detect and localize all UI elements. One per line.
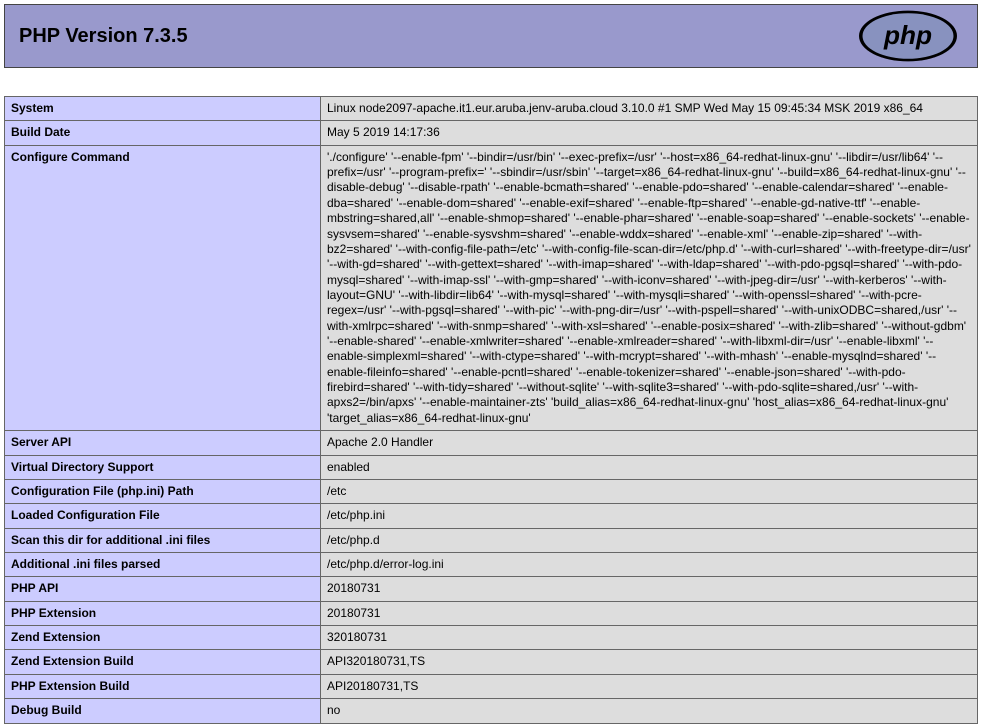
info-value: Apache 2.0 Handler [321,431,978,455]
info-value: 20180731 [321,601,978,625]
table-row: Configure Command'./configure' '--enable… [5,145,978,430]
info-key: Loaded Configuration File [5,504,321,528]
svg-text:php: php [883,20,932,50]
info-value: enabled [321,455,978,479]
page-title: PHP Version 7.3.5 [19,25,188,48]
info-key: Scan this dir for additional .ini files [5,528,321,552]
info-value: /etc/php.d/error-log.ini [321,552,978,576]
info-key: Additional .ini files parsed [5,552,321,576]
table-row: Loaded Configuration File/etc/php.ini [5,504,978,528]
info-value: no [321,699,978,723]
info-key: Configuration File (php.ini) Path [5,479,321,503]
table-row: Configuration File (php.ini) Path/etc [5,479,978,503]
info-key: System [5,97,321,121]
info-key: Zend Extension Build [5,650,321,674]
table-row: Zend Extension BuildAPI320180731,TS [5,650,978,674]
info-key: PHP API [5,577,321,601]
table-row: Additional .ini files parsed/etc/php.d/e… [5,552,978,576]
info-key: Build Date [5,121,321,145]
info-value: API320180731,TS [321,650,978,674]
info-value: 20180731 [321,577,978,601]
table-row: Zend Extension320180731 [5,626,978,650]
table-row: Server APIApache 2.0 Handler [5,431,978,455]
info-value: /etc/php.d [321,528,978,552]
info-key: Configure Command [5,145,321,430]
info-value: API20180731,TS [321,674,978,698]
info-key: Zend Extension [5,626,321,650]
table-row: PHP API20180731 [5,577,978,601]
info-value: 320180731 [321,626,978,650]
info-key: PHP Extension Build [5,674,321,698]
phpinfo-table: SystemLinux node2097-apache.it1.eur.arub… [4,96,978,724]
info-value: May 5 2019 14:17:36 [321,121,978,145]
info-key: Debug Build [5,699,321,723]
table-row: Virtual Directory Supportenabled [5,455,978,479]
table-row: SystemLinux node2097-apache.it1.eur.arub… [5,97,978,121]
info-value: './configure' '--enable-fpm' '--bindir=/… [321,145,978,430]
info-key: Server API [5,431,321,455]
info-value: /etc/php.ini [321,504,978,528]
info-value: /etc [321,479,978,503]
table-row: Scan this dir for additional .ini files/… [5,528,978,552]
php-logo-icon: php [853,8,963,64]
info-value: Linux node2097-apache.it1.eur.aruba.jenv… [321,97,978,121]
info-key: Virtual Directory Support [5,455,321,479]
phpinfo-header: PHP Version 7.3.5 php [4,4,978,68]
info-key: PHP Extension [5,601,321,625]
table-row: Debug Buildno [5,699,978,723]
table-row: Build DateMay 5 2019 14:17:36 [5,121,978,145]
table-row: PHP Extension20180731 [5,601,978,625]
table-row: PHP Extension BuildAPI20180731,TS [5,674,978,698]
